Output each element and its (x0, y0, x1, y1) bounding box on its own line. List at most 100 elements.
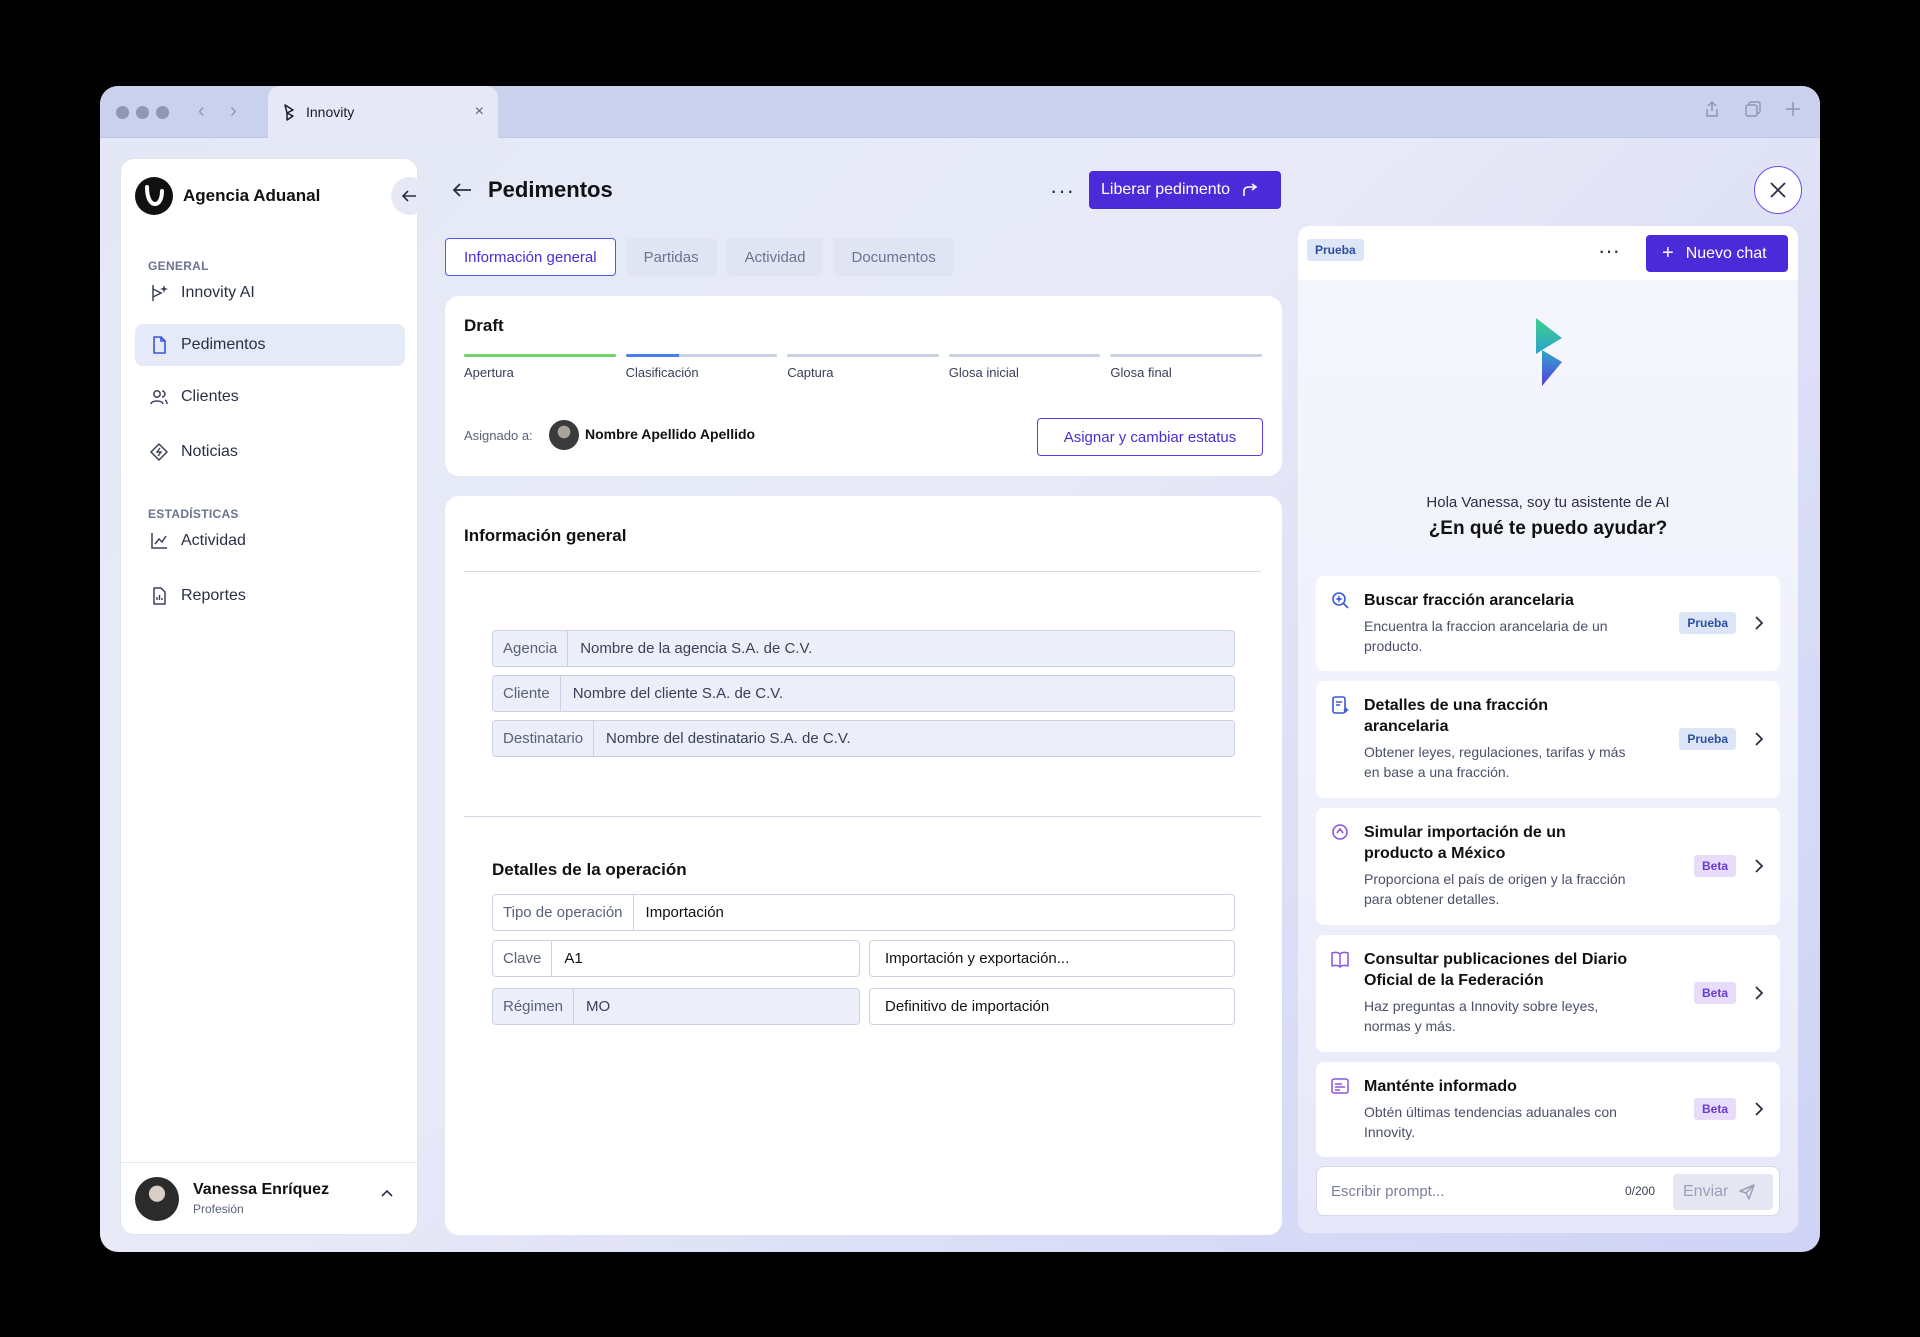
sidebar-item-clientes[interactable]: Clientes (135, 376, 405, 418)
sidebar-item-label: Actividad (181, 532, 246, 549)
tipo-operacion-field[interactable]: Tipo de operación Importación (492, 894, 1235, 931)
ai-assistant-panel: Prueba ··· + Nuevo chat Hola Vanessa, so… (1298, 226, 1798, 1233)
cliente-field[interactable]: Cliente Nombre del cliente S.A. de C.V. (492, 675, 1235, 712)
progress-step-label: Glosa inicial (948, 365, 1019, 380)
prueba-badge: Prueba (1679, 612, 1736, 634)
window-minimize-dot[interactable] (136, 106, 149, 119)
send-icon (1739, 1184, 1756, 1200)
field-label: Agencia (493, 631, 569, 666)
new-chat-label: Nuevo chat (1685, 244, 1767, 262)
document-sparkle-icon (1332, 696, 1349, 714)
sidebar-item-innovity-ai[interactable]: Innovity AI (135, 272, 405, 314)
card-title: Manténte informado (1364, 1078, 1517, 1095)
tab-informacion-general[interactable]: Información general (445, 238, 616, 276)
section-label-estadisticas: ESTADÍSTICAS (148, 507, 239, 521)
arrow-left-icon (401, 190, 416, 202)
chevron-right-icon (1755, 616, 1764, 630)
field-label: Destinatario (493, 721, 595, 756)
sidebar-item-label: Reportes (181, 587, 246, 604)
progress-step-bar (1110, 354, 1262, 357)
divider (464, 571, 1261, 572)
duplicate-tab-icon[interactable] (1744, 100, 1762, 118)
ai-suggestion-card[interactable]: Consultar publicaciones del Diario Ofici… (1316, 935, 1780, 1052)
window-close-dot[interactable] (116, 106, 129, 119)
field-value: Importación (645, 904, 724, 921)
destinatario-field[interactable]: Destinatario Nombre del destinatario S.A… (492, 720, 1235, 757)
sidebar-item-reportes[interactable]: Reportes (135, 575, 405, 617)
nav-back-icon[interactable]: ‹ (198, 101, 205, 121)
browser-tab[interactable]: Innovity × (268, 86, 498, 138)
ai-suggestion-card[interactable]: Buscar fracción arancelaria Encuentra la… (1316, 576, 1780, 671)
status-progress: Apertura Clasificación Captura Glosa ini… (464, 354, 1262, 380)
divider (464, 816, 1261, 817)
back-arrow-icon[interactable] (452, 182, 472, 198)
nav-forward-icon[interactable]: › (230, 101, 237, 121)
tab-documentos[interactable]: Documentos (833, 238, 954, 276)
user-role: Profesión (193, 1202, 244, 1216)
field-value: MO (586, 998, 611, 1015)
progress-step-bar (948, 354, 1101, 357)
news-diamond-icon (150, 443, 168, 461)
liberar-pedimento-button[interactable]: Liberar pedimento (1089, 171, 1281, 209)
new-tab-icon[interactable] (1784, 100, 1802, 118)
ai-suggestion-card[interactable]: Detalles de una fracción arancelaria Obt… (1316, 681, 1780, 798)
book-icon (1331, 951, 1349, 968)
sidebar-item-label: Noticias (181, 443, 238, 460)
tab-actividad[interactable]: Actividad (726, 238, 824, 276)
window-maximize-dot[interactable] (156, 106, 169, 119)
status-card: Draft Apertura Clasificación Captura Glo… (445, 296, 1282, 476)
clave-description-field[interactable]: Importación y exportación... (869, 940, 1235, 977)
ai-more-button[interactable]: ··· (1598, 238, 1620, 264)
card-description: Haz preguntas a Innovity sobre leyes, no… (1364, 998, 1599, 1034)
field-label: Régimen (493, 989, 575, 1024)
sidebar-item-actividad[interactable]: Actividad (135, 520, 405, 562)
tab-close-icon[interactable]: × (475, 103, 484, 121)
progress-step-fill (625, 354, 679, 357)
info-card: Información general Agencia Nombre de la… (445, 496, 1282, 1235)
user-name: Vanessa Enríquez (193, 1181, 330, 1198)
field-value: Nombre del destinatario S.A. de C.V. (606, 730, 851, 747)
field-value: A1 (564, 950, 583, 967)
ai-question: ¿En qué te puedo ayudar? (1428, 518, 1668, 539)
document-icon (153, 336, 166, 354)
assign-status-button[interactable]: Asignar y cambiar estatus (1037, 418, 1263, 456)
sidebar-item-pedimentos[interactable]: Pedimentos (135, 324, 405, 366)
sidebar-item-noticias[interactable]: Noticias (135, 431, 405, 473)
new-chat-button[interactable]: + Nuevo chat (1646, 235, 1788, 272)
beta-badge: Beta (1693, 982, 1736, 1004)
ai-suggestion-card[interactable]: Manténte informado Obtén últimas tendenc… (1316, 1062, 1780, 1157)
card-title: Simular importación de un producto a Méx… (1364, 824, 1566, 862)
send-button[interactable]: Enviar (1673, 1174, 1773, 1210)
card-description: Obtén últimas tendencias aduanales con I… (1364, 1104, 1617, 1140)
regimen-field[interactable]: Régimen MO (492, 988, 860, 1025)
avatar (135, 1176, 179, 1221)
beta-badge: Beta (1693, 855, 1736, 877)
innovity-ai-logo-icon (1536, 318, 1562, 386)
share-icon[interactable] (1704, 100, 1720, 118)
regimen-description-field[interactable]: Definitivo de importación (869, 988, 1235, 1025)
user-profile[interactable]: Vanessa Enríquez Profesión (121, 1162, 417, 1234)
tab-partidas[interactable]: Partidas (625, 238, 717, 276)
chevron-up-icon[interactable] (381, 1189, 393, 1197)
users-icon (150, 390, 168, 405)
prompt-input[interactable]: Escribir prompt... 0/200 Enviar (1316, 1166, 1780, 1216)
progress-step: Apertura (464, 354, 616, 380)
progress-step-bar (787, 354, 939, 357)
more-options-button[interactable]: ··· (1050, 178, 1075, 204)
assignee-avatar (549, 420, 579, 450)
chevron-right-icon (1755, 986, 1764, 1000)
agencia-field[interactable]: Agencia Nombre de la agencia S.A. de C.V… (492, 630, 1235, 667)
sidebar-item-label: Innovity AI (181, 284, 255, 301)
clave-field[interactable]: Clave A1 (492, 940, 860, 977)
card-title: Buscar fracción arancelaria (1364, 592, 1574, 609)
assignee-name: Nombre Apellido Apellido (585, 426, 756, 442)
collapse-sidebar-button[interactable] (391, 177, 429, 215)
brand-name: Agencia Aduanal (183, 186, 321, 205)
progress-step: Clasificación (625, 354, 778, 380)
card-description: Obtener leyes, regulaciones, tarifas y m… (1364, 744, 1626, 780)
progress-step: Captura (787, 354, 939, 380)
ai-suggestion-card[interactable]: Simular importación de un producto a Méx… (1316, 808, 1780, 925)
chevron-right-icon (1755, 732, 1764, 746)
card-title: Consultar publicaciones del Diario Ofici… (1364, 951, 1628, 989)
close-ai-panel-button[interactable] (1754, 166, 1802, 214)
